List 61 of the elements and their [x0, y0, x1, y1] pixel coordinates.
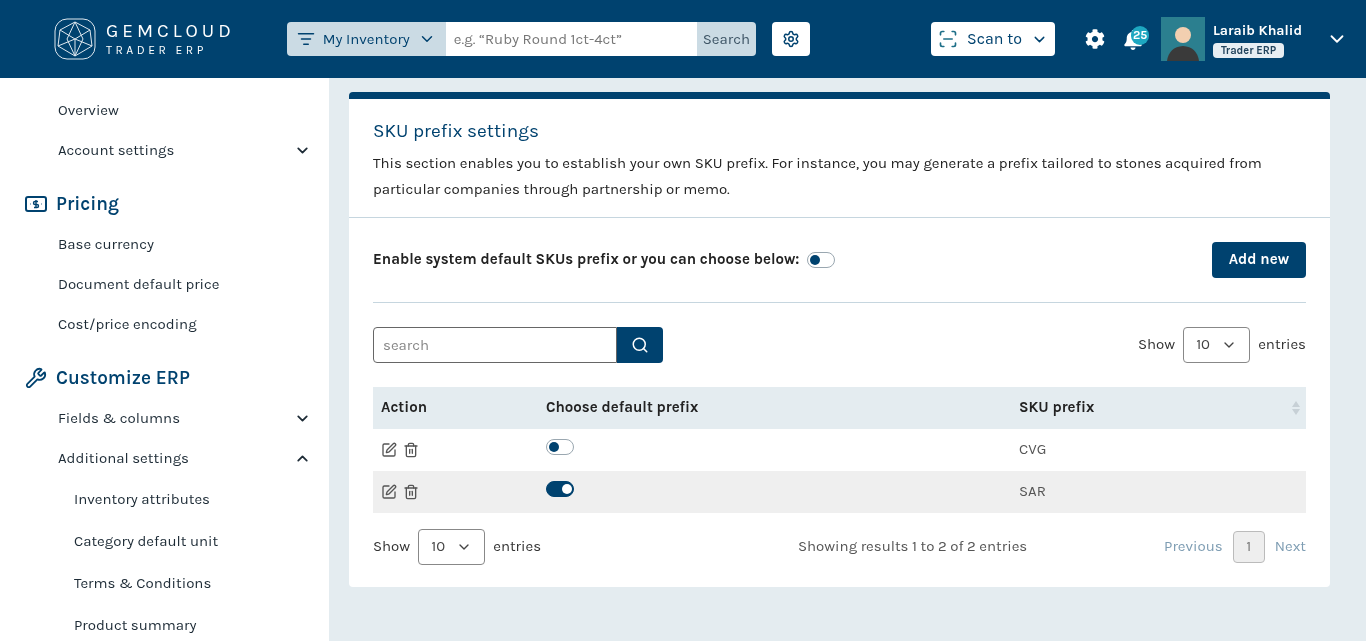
- sidebar-item[interactable]: Base currency: [0, 224, 329, 264]
- notification-badge: 25: [1130, 26, 1150, 45]
- entries-select[interactable]: 10: [418, 528, 486, 565]
- user-role: Trader ERP: [1212, 43, 1285, 58]
- show-label: Show: [373, 536, 411, 558]
- sidebar-item[interactable]: Inventory attributes: [0, 478, 329, 520]
- system-default-label: Enable system default SKUs prefix or you can choose below:: [373, 249, 800, 271]
- cash-icon: [25, 196, 47, 212]
- section-heading: Pricing: [56, 191, 119, 217]
- toggle-switch[interactable]: [546, 439, 574, 456]
- gem-logo-icon: [52, 16, 98, 62]
- toggle-switch[interactable]: [546, 481, 574, 498]
- inventory-search-field[interactable]: e.g. “Ruby Round 1ct-4ct”: [445, 22, 697, 56]
- results-summary: Showing results 1 to 2 of 2 entries: [797, 536, 1028, 558]
- sidebar-item[interactable]: Category default unit: [0, 520, 329, 562]
- filter-icon: [296, 30, 315, 48]
- add-new-button[interactable]: Add new: [1211, 241, 1306, 278]
- show-label: Show: [1137, 334, 1176, 356]
- entries-select[interactable]: 10: [1183, 326, 1251, 363]
- column-header[interactable]: Choose default prefix: [546, 386, 1019, 429]
- search-settings-button[interactable]: [772, 22, 811, 56]
- sidebar-item[interactable]: Cost/price encoding: [0, 304, 329, 344]
- avatar-silhouette[interactable]: [1160, 17, 1205, 61]
- card-title: SKU prefix settings: [373, 119, 540, 144]
- trash-icon[interactable]: [403, 483, 419, 500]
- page-button[interactable]: 1: [1232, 530, 1265, 563]
- sort-icon: [1292, 400, 1300, 415]
- column-header[interactable]: Action: [373, 386, 546, 429]
- column-header[interactable]: SKU prefix: [1019, 386, 1306, 429]
- logo[interactable]: GEMCLOUD TRADER ERP: [52, 16, 235, 62]
- toggle-switch[interactable]: [807, 251, 836, 268]
- gear-icon: [782, 30, 801, 48]
- settings-icon: [1084, 29, 1105, 49]
- sidebar-item[interactable]: Product summary: [0, 604, 329, 641]
- table-cell: CVG: [1019, 428, 1306, 471]
- search-button[interactable]: [617, 326, 663, 363]
- sidebar-item[interactable]: Additional settings: [0, 438, 329, 478]
- logo-tagline: TRADER ERP: [106, 44, 208, 56]
- sidebar-item[interactable]: Document default price: [0, 264, 329, 304]
- scan-button[interactable]: Scan to: [930, 22, 1055, 56]
- edit-icon[interactable]: [381, 483, 397, 500]
- sidebar-item[interactable]: Overview: [0, 90, 329, 130]
- card-description: This section enables you to establish your own SKU prefix. For instance, you may generate a prefix tailored to stones acquired from particular companies through partnership or memo.: [373, 152, 1263, 200]
- user-name: Laraib Khalid: [1212, 21, 1302, 41]
- column-title: SKU prefix: [1019, 397, 1095, 419]
- entries-label: entries: [493, 536, 542, 558]
- table-search-field[interactable]: search: [373, 326, 617, 363]
- trash-icon[interactable]: [403, 441, 419, 458]
- search-button[interactable]: Search: [696, 22, 757, 56]
- table-cell: SAR: [1019, 470, 1306, 513]
- scope-dropdown[interactable]: My Inventory: [286, 22, 446, 56]
- sidebar-item[interactable]: Account settings: [0, 130, 329, 170]
- wrench-icon: [25, 367, 47, 389]
- logo-name: GEMCLOUD: [106, 22, 235, 41]
- entries-label: entries: [1258, 334, 1306, 356]
- sidebar-item[interactable]: Fields & columns: [0, 398, 329, 438]
- edit-icon[interactable]: [381, 441, 397, 458]
- scan-icon: [937, 29, 958, 49]
- search-icon: [631, 335, 649, 354]
- section-heading: Customize ERP: [56, 365, 190, 391]
- sidebar-item[interactable]: Terms & Conditions: [0, 562, 329, 604]
